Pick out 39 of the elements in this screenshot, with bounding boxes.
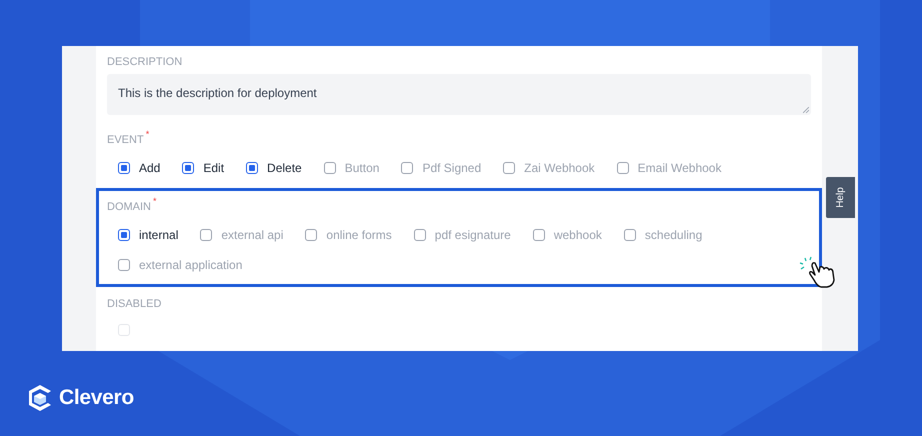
- checkbox[interactable]: [305, 229, 318, 241]
- checkbox-option[interactable]: Edit: [182, 153, 224, 183]
- help-tab[interactable]: Help: [826, 177, 855, 218]
- required-asterisk: *: [153, 197, 157, 206]
- checkbox[interactable]: [401, 162, 414, 174]
- checkbox[interactable]: [616, 162, 629, 174]
- checkbox[interactable]: [246, 162, 258, 174]
- checkbox[interactable]: [118, 259, 130, 271]
- checkbox-option[interactable]: Button: [324, 153, 380, 183]
- checkbox[interactable]: [118, 229, 130, 241]
- checkbox[interactable]: [118, 162, 130, 174]
- checkbox-option[interactable]: Pdf Signed: [401, 153, 482, 183]
- checkbox[interactable]: [414, 229, 426, 241]
- checkbox-option[interactable]: internal: [118, 220, 178, 250]
- field-label: DISABLED: [107, 297, 162, 311]
- checkbox-option[interactable]: pdf esignature: [414, 220, 511, 250]
- checkbox-option[interactable]: external application: [118, 250, 242, 280]
- checkbox[interactable]: [503, 162, 516, 174]
- checkbox-option[interactable]: Zai Webhook: [503, 153, 595, 183]
- description-field[interactable]: This is the description for deployment: [107, 74, 811, 115]
- checkbox[interactable]: [324, 162, 336, 174]
- resize-handle-icon[interactable]: [803, 107, 809, 113]
- checkbox-option[interactable]: webhook: [532, 220, 602, 250]
- checkbox-option[interactable]: online forms: [305, 220, 392, 250]
- checkbox-option[interactable]: scheduling: [624, 220, 702, 250]
- field-label: DESCRIPTION: [107, 55, 182, 69]
- field-label: DOMAIN: [107, 200, 151, 214]
- checkbox[interactable]: [182, 162, 194, 174]
- checkbox-option[interactable]: Delete: [246, 153, 302, 183]
- required-asterisk: *: [146, 130, 150, 139]
- brand-name: Clevero: [59, 385, 134, 411]
- checkbox-option[interactable]: Add: [118, 153, 160, 183]
- checkbox[interactable]: [532, 229, 545, 241]
- checkbox-option[interactable]: Email Webhook: [616, 153, 722, 183]
- checkbox-option[interactable]: external api: [200, 220, 284, 250]
- logo-icon: [27, 384, 53, 412]
- field-label: EVENT: [107, 133, 144, 147]
- checkbox[interactable]: [624, 229, 636, 241]
- checkbox[interactable]: [200, 229, 212, 241]
